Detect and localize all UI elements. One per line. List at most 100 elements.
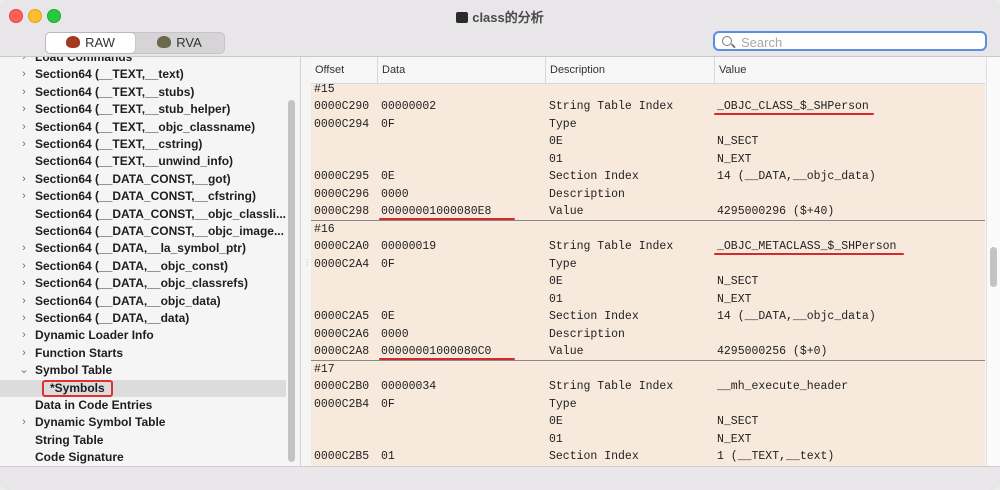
sidebar-item[interactable]: › Section64 (__TEXT,__text) — [0, 66, 286, 83]
sidebar-item[interactable]: › Section64 (__TEXT,__stubs) — [0, 84, 286, 101]
table-row[interactable]: 01 N_EXT — [311, 431, 985, 449]
value-cell: 14 (__DATA,__objc_data) — [717, 310, 876, 323]
table-row[interactable]: 01 N_EXT — [311, 291, 985, 309]
column-header-data[interactable]: Data — [377, 57, 405, 83]
offset-cell: 0000C2A0 — [314, 240, 370, 253]
table-row[interactable]: 0000C2A4 0F Type — [311, 256, 985, 274]
data-cell: 00000034 — [381, 380, 437, 393]
chevron-right-icon[interactable]: › — [19, 327, 29, 344]
sidebar-item[interactable]: › Section64 (__TEXT,__objc_classname) — [0, 119, 286, 136]
sidebar-item-label: Section64 (__DATA_CONST,__got) — [35, 171, 231, 186]
sidebar-item[interactable]: › Section64 (__DATA,__data) — [0, 310, 286, 327]
sidebar-item[interactable]: Section64 (__DATA_CONST,__objc_classli..… — [0, 206, 286, 223]
chevron-right-icon[interactable]: › — [19, 101, 29, 118]
table-row[interactable]: 0000C2B4 0F Type — [311, 396, 985, 414]
chevron-right-icon[interactable]: › — [19, 258, 29, 275]
table-row[interactable]: 0000C296 0000 Description — [311, 186, 985, 204]
chevron-right-icon[interactable]: › — [19, 66, 29, 83]
sidebar-item[interactable]: Section64 (__TEXT,__unwind_info) — [0, 153, 286, 170]
search-field[interactable] — [713, 31, 987, 51]
table-row[interactable]: 0000C294 0F Type — [311, 116, 985, 134]
split-handle-icon[interactable]: ⋮ — [303, 258, 311, 267]
value-cell: N_EXT — [717, 152, 752, 166]
sidebar-item[interactable]: › Section64 (__DATA_CONST,__cfstring) — [0, 188, 286, 205]
sidebar-item[interactable]: › Section64 (__DATA,__objc_classrefs) — [0, 275, 286, 292]
data-cell: 00000019 — [381, 240, 437, 253]
table-row[interactable]: 0000C290 00000002 String Table Index _OBJC_… — [311, 98, 985, 116]
sidebar-item[interactable]: ⌄ Symbol Table — [0, 362, 286, 379]
scrollbar-thumb[interactable] — [990, 247, 997, 287]
rva-mode-button[interactable]: RVA — [135, 33, 224, 53]
table-row[interactable]: 01 N_EXT — [311, 151, 985, 169]
table-row[interactable]: 0000C2A6 0000 Description — [311, 326, 985, 344]
chevron-right-icon[interactable]: › — [19, 136, 29, 153]
table-row[interactable]: 0E N_SECT — [311, 273, 985, 291]
offset-cell: #16 — [314, 222, 335, 236]
column-header-description[interactable]: Description — [545, 57, 605, 83]
description-cell: 01 — [549, 152, 563, 166]
chevron-down-icon[interactable]: ⌄ — [19, 362, 29, 379]
sidebar-item-label: Dynamic Loader Info — [35, 328, 154, 343]
sidebar-item[interactable]: › Dynamic Loader Info — [0, 327, 286, 344]
table-row[interactable]: 0E N_SECT — [311, 413, 985, 431]
value-cell: N_EXT — [717, 292, 752, 306]
value-cell: N_SECT — [717, 415, 759, 428]
chevron-right-icon[interactable]: › — [19, 171, 29, 188]
bottom-bar — [0, 466, 1000, 490]
sidebar-scrollbar[interactable] — [288, 100, 295, 462]
sidebar-item[interactable]: › Section64 (__DATA_CONST,__got) — [0, 171, 286, 188]
annotation-underline — [714, 113, 874, 115]
chevron-right-icon[interactable]: › — [19, 414, 29, 431]
sidebar-item[interactable]: › Section64 (__DATA,__objc_const) — [0, 258, 286, 275]
table-row[interactable]: 0000C2B5 01 Section Index 1 (__TEXT,__text) — [311, 448, 985, 466]
raw-mode-button[interactable]: RAW — [46, 33, 135, 53]
table-row[interactable]: #15 — [311, 81, 985, 99]
sidebar-item[interactable]: Data in Code Entries — [0, 397, 286, 414]
value-cell: 4295000256 ($+0) — [717, 345, 828, 358]
column-header-offset[interactable]: Offset — [311, 57, 344, 83]
sidebar-item[interactable]: › Function Starts — [0, 345, 286, 362]
table-row[interactable]: #16 — [311, 221, 985, 239]
chevron-right-icon[interactable]: › — [19, 188, 29, 205]
sidebar-item[interactable]: *Symbols — [0, 379, 286, 397]
sidebar-item[interactable]: › Section64 (__TEXT,__stub_helper) — [0, 101, 286, 118]
sidebar-item[interactable]: › Load Commands — [0, 57, 286, 66]
chevron-right-icon[interactable]: › — [19, 275, 29, 292]
sidebar-item-label: Dynamic Symbol Table — [35, 415, 166, 430]
chevron-right-icon[interactable]: › — [19, 293, 29, 310]
chevron-right-icon[interactable]: › — [19, 240, 29, 257]
sidebar-item-label: String Table — [35, 432, 104, 447]
table-row[interactable]: #17 — [311, 361, 985, 379]
window-title: class的分析 — [0, 7, 1000, 26]
data-cell: 0E — [381, 310, 395, 323]
column-header-value[interactable]: Value — [714, 57, 746, 83]
chevron-right-icon[interactable]: › — [19, 310, 29, 327]
sidebar-item[interactable]: Code Signature — [0, 449, 286, 466]
data-cell: 0000 — [381, 327, 409, 341]
table-row[interactable]: 0E N_SECT — [311, 133, 985, 151]
sidebar-item[interactable]: › Section64 (__DATA,__objc_data) — [0, 293, 286, 310]
description-cell: Type — [549, 397, 577, 411]
search-input[interactable] — [739, 33, 983, 51]
sidebar-item-label: Section64 (__DATA,__objc_data) — [35, 293, 221, 308]
sidebar-item-label: Symbol Table — [35, 363, 113, 378]
sidebar-item[interactable]: › Dynamic Symbol Table — [0, 414, 286, 431]
data-cell: 0E — [381, 170, 395, 183]
table-row[interactable]: 0000C295 0E Section Index 14 (__DATA,__objc… — [311, 168, 985, 186]
table-row[interactable]: 0000C2A5 0E Section Index 14 (__DATA,__objc… — [311, 308, 985, 326]
sidebar-item-label: *Symbols — [42, 379, 113, 397]
sidebar-item[interactable]: String Table — [0, 432, 286, 449]
chevron-right-icon[interactable]: › — [19, 119, 29, 136]
split-divider[interactable] — [300, 57, 301, 466]
chevron-right-icon[interactable]: › — [19, 84, 29, 101]
table-row[interactable]: 0000C2B0 00000034 String Table Index __mh_e… — [311, 378, 985, 396]
sidebar-item-label: Section64 (__TEXT,__unwind_info) — [35, 154, 234, 169]
sidebar-item[interactable]: › Section64 (__TEXT,__cstring) — [0, 136, 286, 153]
sidebar-item[interactable]: Section64 (__DATA_CONST,__objc_image... — [0, 223, 286, 240]
description-cell: Section Index — [549, 450, 639, 463]
value-cell: N_SECT — [717, 275, 759, 288]
chevron-right-icon[interactable]: › — [19, 345, 29, 362]
chevron-right-icon[interactable]: › — [19, 57, 29, 66]
table-scrollbar[interactable] — [986, 57, 1000, 466]
sidebar-item[interactable]: › Section64 (__DATA,__la_symbol_ptr) — [0, 240, 286, 257]
